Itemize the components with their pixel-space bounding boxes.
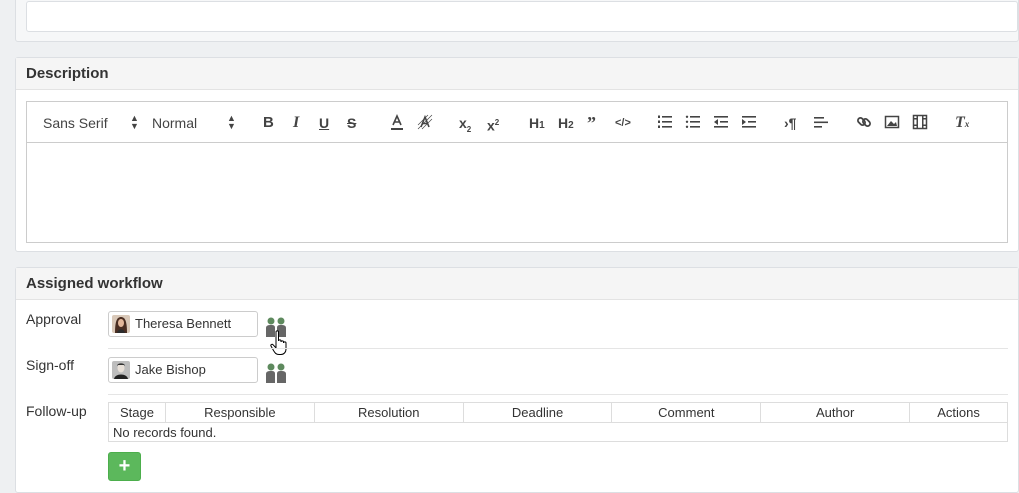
workflow-heading: Assigned workflow <box>16 268 1018 300</box>
link-icon[interactable] <box>856 114 872 132</box>
font-family-label: Sans Serif <box>43 115 108 131</box>
column-header-author[interactable]: Author <box>760 402 911 423</box>
avatar <box>112 315 130 333</box>
rich-text-editor: Sans Serif ▲ ▼ Normal ▲ ▼ B I U S x2 x2 H1… <box>26 101 1008 243</box>
clear-format-icon[interactable]: Tx <box>955 114 969 132</box>
row-divider <box>108 394 1008 395</box>
top-field[interactable] <box>26 1 1018 32</box>
column-header-resolution[interactable]: Resolution <box>313 402 464 423</box>
column-header-comment[interactable]: Comment <box>611 402 762 423</box>
bold-icon[interactable]: B <box>263 114 274 132</box>
hand-cursor-icon <box>270 330 290 356</box>
video-icon[interactable] <box>912 114 928 132</box>
editor-toolbar: Sans Serif ▲ ▼ Normal ▲ ▼ B I U S x2 x2 H1… <box>27 102 1007 143</box>
bullet-list-icon[interactable] <box>685 114 701 132</box>
strike-icon[interactable]: S <box>347 114 356 132</box>
row-divider <box>108 348 1008 349</box>
signoff-user-name: Jake Bishop <box>135 362 206 377</box>
column-header-actions: Actions <box>909 402 1008 423</box>
outdent-icon[interactable] <box>713 114 729 132</box>
select-users-icon[interactable] <box>265 362 287 384</box>
superscript-icon[interactable]: x2 <box>487 114 499 134</box>
empty-message: No records found. <box>108 422 1008 442</box>
font-size-label: Normal <box>152 115 198 131</box>
column-header-deadline[interactable]: Deadline <box>462 402 613 423</box>
description-heading: Description <box>16 58 1018 90</box>
editor-content[interactable] <box>27 143 1007 243</box>
ordered-list-icon[interactable] <box>657 114 673 132</box>
chevron-updown-icon: ▲ ▼ <box>227 113 236 131</box>
add-followup-button[interactable]: + <box>108 452 141 481</box>
background-color-icon[interactable] <box>417 114 433 132</box>
followup-label: Follow-up <box>26 403 87 419</box>
approval-user-field[interactable]: Theresa Bennett <box>108 311 258 337</box>
underline-icon[interactable]: U <box>319 114 329 132</box>
signoff-user-field[interactable]: Jake Bishop <box>108 357 258 383</box>
top-panel <box>15 0 1019 42</box>
description-panel: Description Sans Serif ▲ ▼ Normal ▲ ▼ B I … <box>15 57 1019 252</box>
avatar <box>112 361 130 379</box>
subscript-icon[interactable]: x2 <box>459 114 471 134</box>
approval-user-name: Theresa Bennett <box>135 316 232 331</box>
header-1-icon[interactable]: H1 <box>529 114 545 132</box>
followup-table: Stage Responsible Resolution Deadline Co… <box>108 402 1008 442</box>
align-icon[interactable] <box>813 114 829 132</box>
column-header-stage[interactable]: Stage <box>108 402 166 423</box>
font-size-picker[interactable]: Normal ▲ ▼ <box>152 114 236 132</box>
font-family-picker[interactable]: Sans Serif ▲ ▼ <box>43 114 139 132</box>
chevron-updown-icon: ▲ ▼ <box>130 113 139 131</box>
column-header-responsible[interactable]: Responsible <box>164 402 315 423</box>
table-header-row: Stage Responsible Resolution Deadline Co… <box>108 402 1008 423</box>
code-block-icon[interactable]: </> <box>615 114 631 132</box>
indent-icon[interactable] <box>741 114 757 132</box>
image-icon[interactable] <box>884 114 900 132</box>
workflow-panel: Assigned workflow Approval Theresa Benne… <box>15 267 1019 493</box>
approval-label: Approval <box>26 311 82 327</box>
text-direction-icon[interactable]: ›¶ <box>784 114 796 132</box>
signoff-label: Sign-off <box>26 357 74 373</box>
text-color-icon[interactable] <box>390 114 404 132</box>
blockquote-icon[interactable]: ” <box>587 114 596 132</box>
header-2-icon[interactable]: H2 <box>558 114 574 132</box>
table-row: No records found. <box>108 422 1008 442</box>
italic-icon[interactable]: I <box>293 114 299 132</box>
